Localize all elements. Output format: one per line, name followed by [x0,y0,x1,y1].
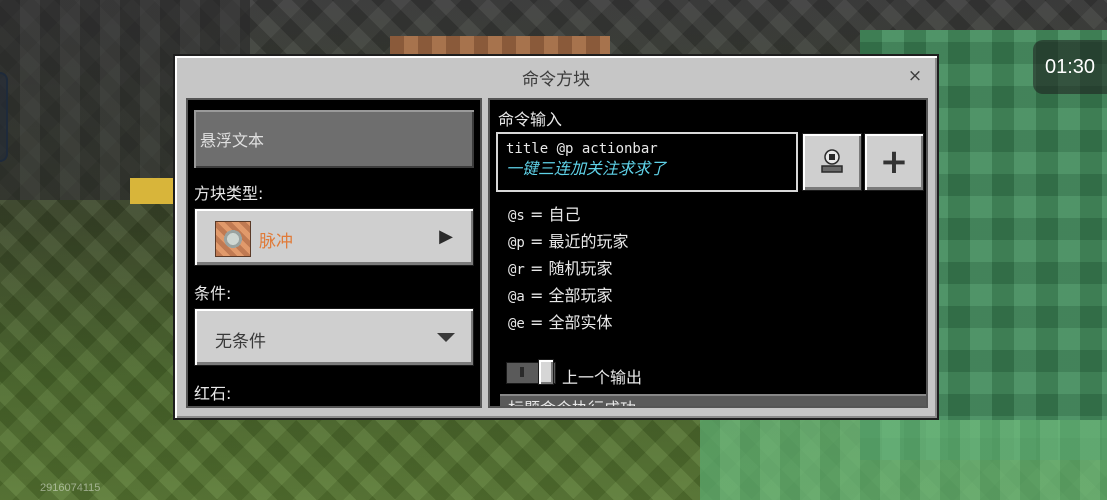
dialog-titlebar: 命令方块 [175,56,937,98]
command-input-label: 命令输入 [498,110,563,129]
watermark: 2916074115 [40,482,101,494]
export-output-icon [821,149,843,173]
selector-item: @a = 全部玩家 [508,283,628,310]
selector-item: @e = 全部实体 [508,310,628,337]
add-button[interactable]: + [864,133,924,191]
command-text-line-2: 一键三连加关注求求了 [506,159,667,178]
previous-output-toggle[interactable] [506,359,556,385]
command-input[interactable]: title @p actionbar 一键三连加关注求求了 [496,132,798,192]
selector-code: @r [508,262,525,278]
hover-text-input[interactable]: 悬浮文本 [194,110,474,168]
selector-code: @s [508,208,525,224]
edge-handle[interactable] [0,72,8,162]
caret-down-icon [437,333,455,342]
previous-output-label: 上一个输出 [562,368,643,387]
command-text-line-1: title @p actionbar [506,141,658,157]
condition-label: 条件: [194,284,232,303]
block-type-button[interactable]: 脉冲 ▶ [194,208,474,266]
selector-desc: = 全部玩家 [529,286,613,305]
block-type-label: 方块类型: [194,184,264,203]
redstone-label: 红石: [194,384,232,403]
selector-desc: = 全部实体 [529,313,613,332]
command-block-dialog: 命令方块 × 悬浮文本 方块类型: 脉冲 ▶ 条件: 无条件 红石: 命令输入 … [173,54,939,420]
background-grass [700,420,1107,500]
block-type-value: 脉冲 [259,232,293,252]
selector-code: @a [508,289,525,305]
selector-code: @p [508,235,525,251]
toggle-tick [520,367,524,377]
selector-desc: = 自己 [529,205,581,224]
time-display: 01:30 [1033,40,1107,94]
plus-icon: + [879,142,909,182]
condition-value: 无条件 [215,332,266,352]
background-yellow-block [130,178,178,204]
command-panel: 命令输入 title @p actionbar 一键三连加关注求求了 + @s … [488,98,928,408]
dialog-title: 命令方块 [522,69,590,90]
export-output-button[interactable] [802,133,862,191]
selector-list: @s = 自己 @p = 最近的玩家 @r = 随机玩家 @a = 全部玩家 @… [508,202,628,337]
hover-text-placeholder: 悬浮文本 [200,131,265,150]
command-block-icon [215,221,251,257]
selector-desc: = 最近的玩家 [529,232,629,251]
selector-item: @s = 自己 [508,202,628,229]
close-icon[interactable]: × [907,68,923,85]
selector-desc: = 随机玩家 [529,259,613,278]
toggle-knob[interactable] [538,359,554,385]
chevron-right-icon: ▶ [439,226,453,247]
selector-item: @p = 最近的玩家 [508,229,628,256]
settings-panel: 悬浮文本 方块类型: 脉冲 ▶ 条件: 无条件 红石: [186,98,482,408]
selector-code: @e [508,316,525,332]
selector-item: @r = 随机玩家 [508,256,628,283]
condition-dropdown[interactable]: 无条件 [194,308,474,366]
time-text: 01:30 [1044,55,1096,78]
previous-output-text: 标题命令执行成功 [500,394,926,406]
